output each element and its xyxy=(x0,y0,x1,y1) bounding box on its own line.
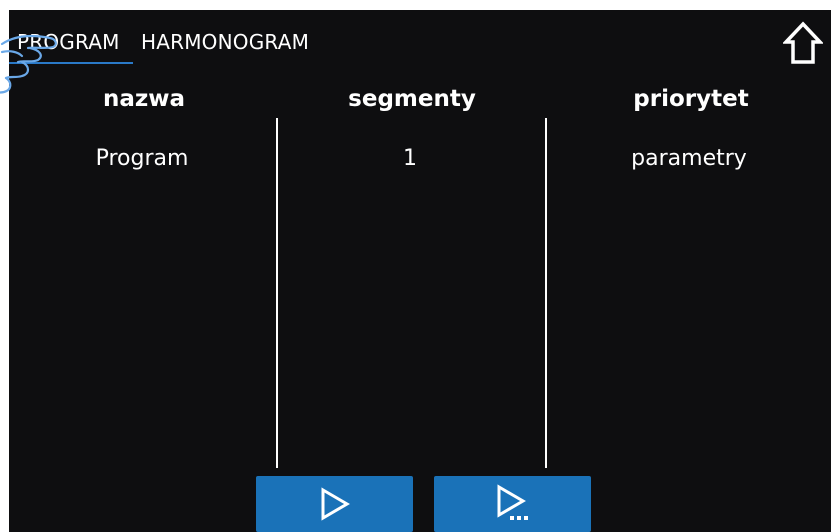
home-button[interactable] xyxy=(781,20,825,66)
run-program-button[interactable] xyxy=(256,476,413,532)
home-icon xyxy=(781,21,825,64)
column-header-name: nazwa xyxy=(102,86,186,112)
program-name-cell[interactable]: Program xyxy=(42,146,242,171)
play-icon xyxy=(321,487,350,521)
column-header-priority: priorytet xyxy=(633,86,749,112)
run-program-options-button[interactable] xyxy=(434,476,591,532)
device-screen: PROGRAM HARMONOGRAM nazwa segmenty prior… xyxy=(9,10,831,532)
program-segments-cell[interactable]: 1 xyxy=(310,146,510,171)
play-options-icon xyxy=(497,484,528,520)
column-header-segments: segmenty xyxy=(348,86,476,112)
column-divider-2 xyxy=(545,118,547,468)
tab-bar: PROGRAM HARMONOGRAM xyxy=(9,28,321,64)
column-divider-1 xyxy=(276,118,278,468)
tab-harmonogram[interactable]: HARMONOGRAM xyxy=(133,28,321,56)
program-priority-cell[interactable]: parametry xyxy=(589,146,789,171)
tab-program[interactable]: PROGRAM xyxy=(9,28,133,64)
